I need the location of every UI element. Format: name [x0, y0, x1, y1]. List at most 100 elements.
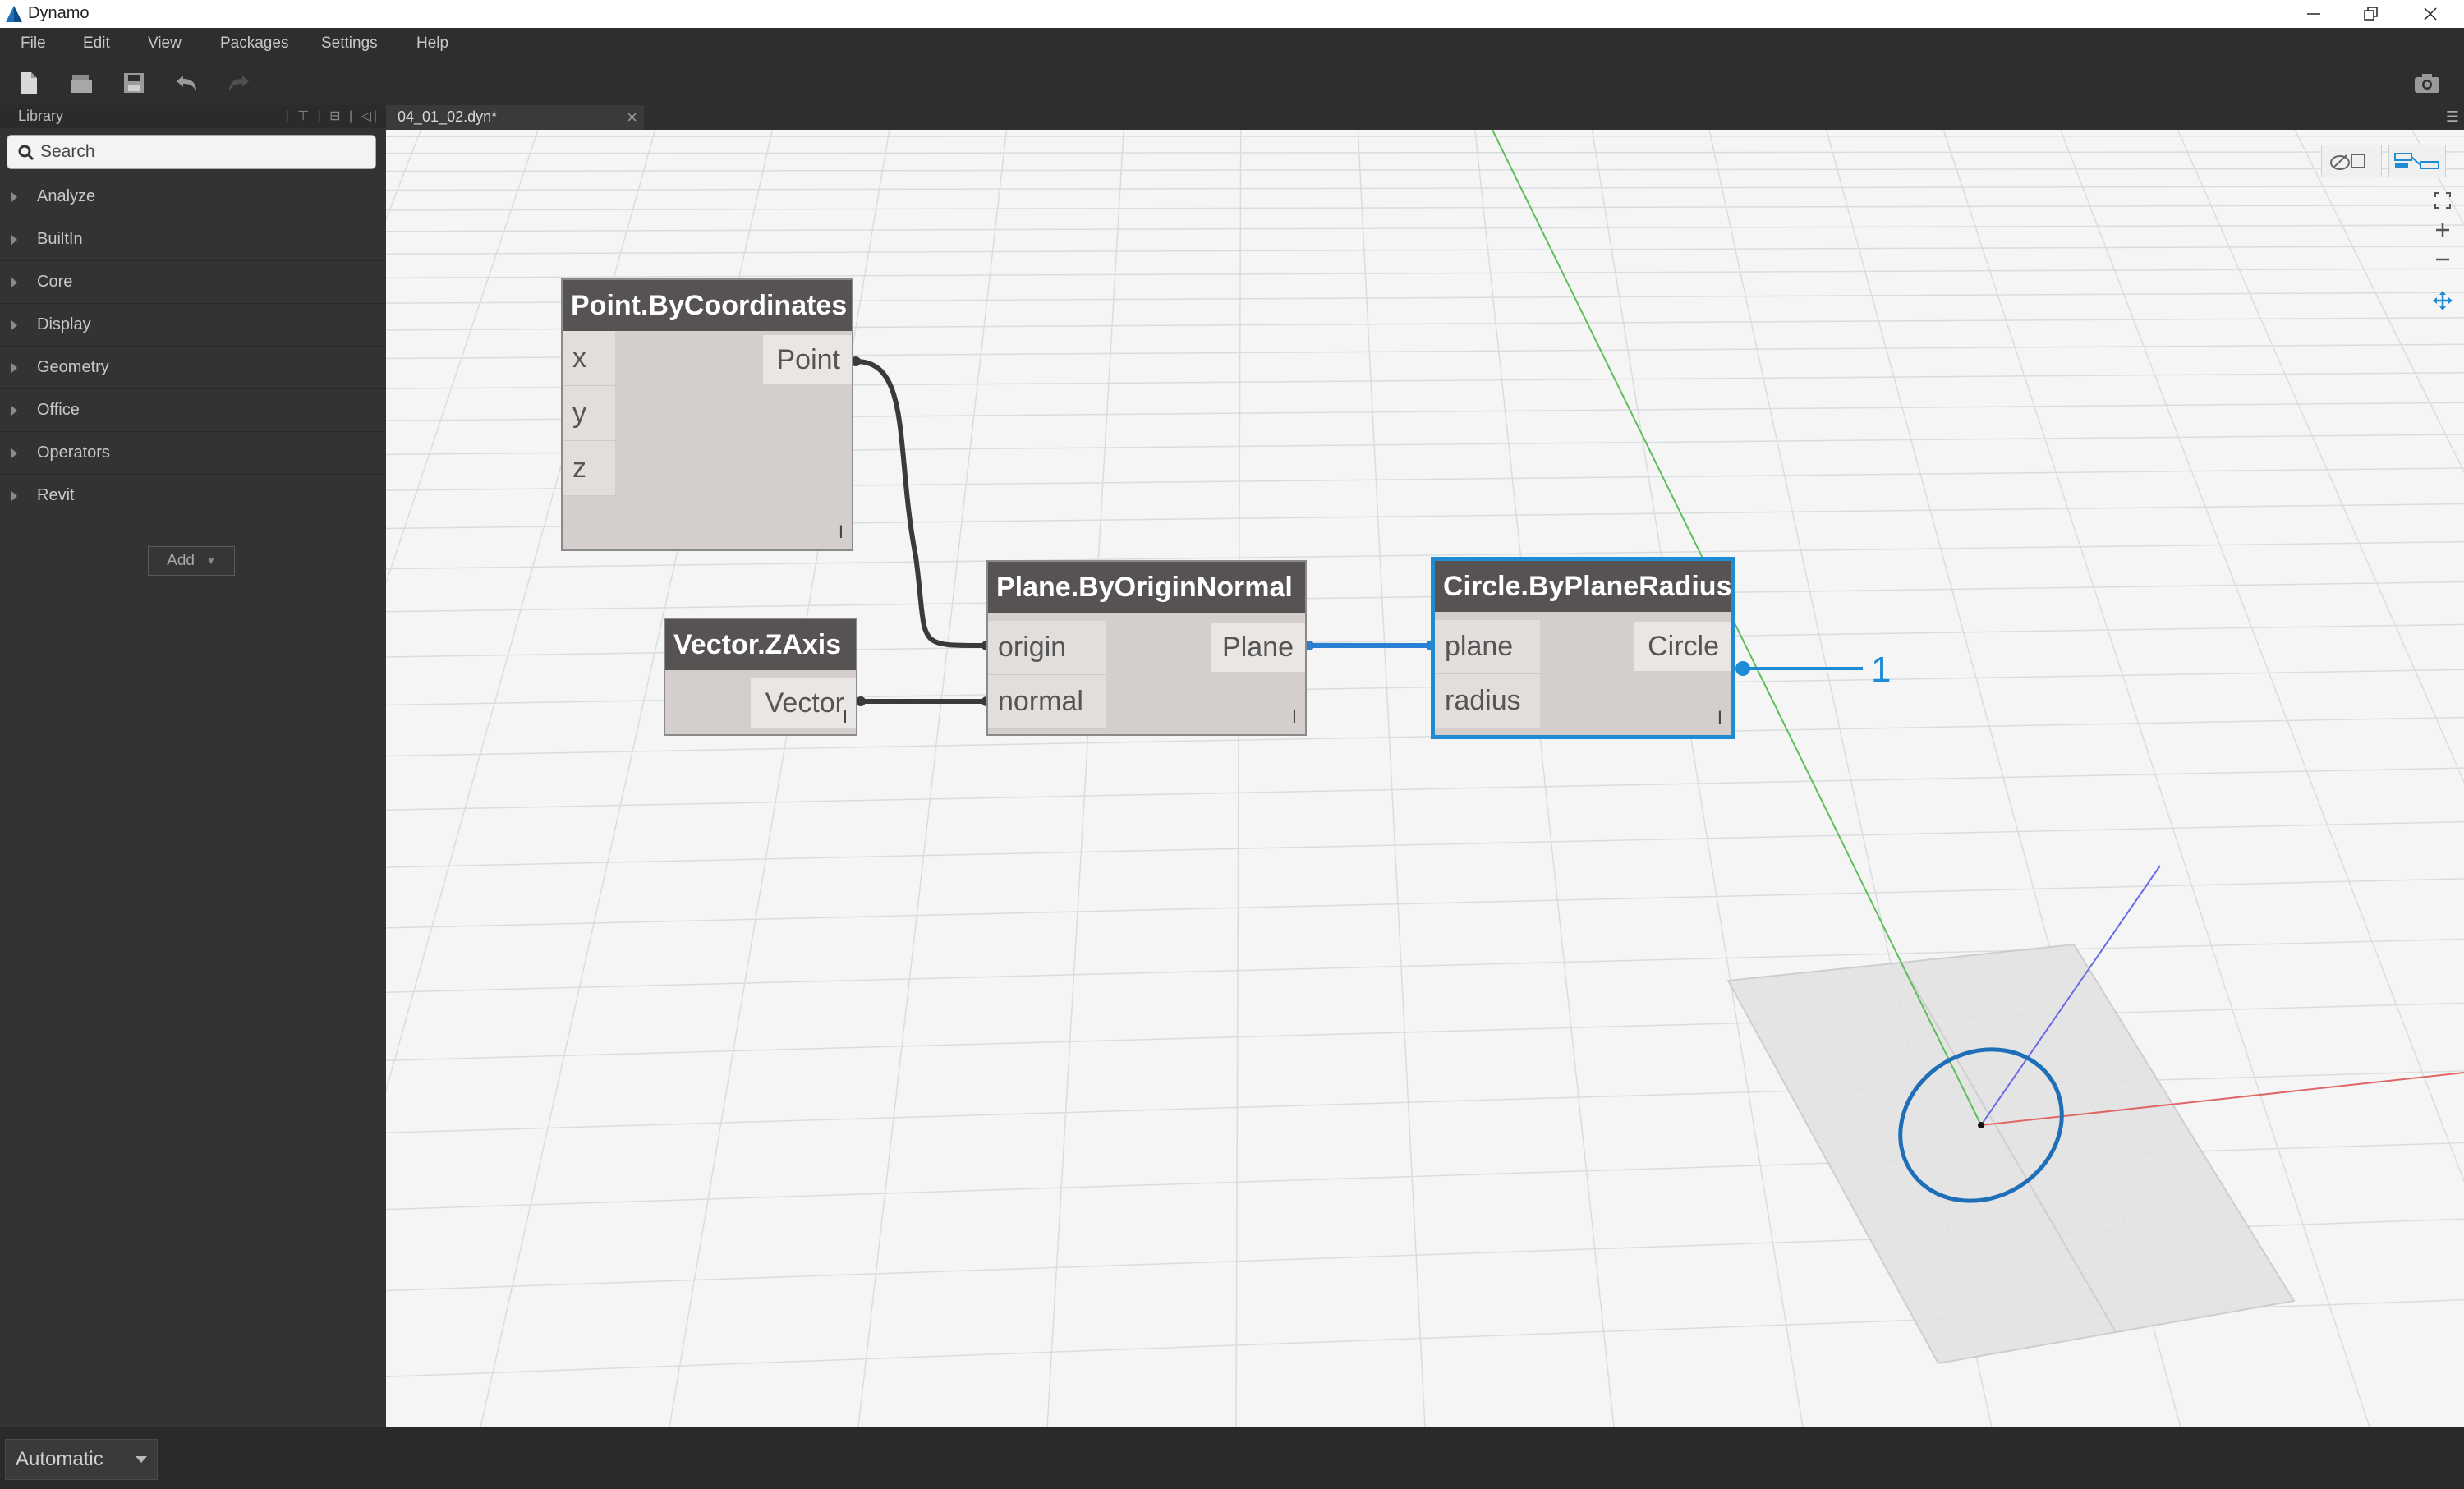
tab-workspace[interactable]: 04_01_02.dyn* ×	[386, 105, 644, 130]
grid-line	[386, 151, 2464, 154]
dropdown-arrow-icon: ▼	[205, 555, 216, 567]
title-bar: Dynamo	[0, 0, 2464, 28]
zoom-in-button[interactable]	[2428, 215, 2457, 245]
menu-packages[interactable]: Packages	[220, 34, 288, 53]
input-port-plane[interactable]: plane	[1435, 620, 1540, 674]
undo-icon	[177, 76, 196, 91]
grid-line	[2294, 130, 2464, 474]
category-label: Operators	[37, 443, 110, 462]
minimize-button[interactable]	[2285, 0, 2342, 28]
grid-line	[386, 130, 539, 586]
category-display[interactable]: Display	[0, 304, 386, 347]
category-office[interactable]: Office	[0, 389, 386, 432]
expand-arrow-icon	[11, 491, 17, 501]
library-header: Library | ⊤ | ⊟ | ◁|	[0, 105, 386, 128]
node-circle-by-plane-radius[interactable]: Circle.ByPlaneRadius plane radius Circle…	[1431, 557, 1735, 739]
new-file-button[interactable]	[15, 70, 43, 96]
menu-help[interactable]: Help	[416, 34, 448, 53]
category-label: Office	[37, 401, 80, 419]
grid-line	[1591, 130, 1804, 1427]
grid-line	[386, 820, 2464, 868]
category-label: Core	[37, 273, 73, 291]
input-port-origin[interactable]: origin	[988, 621, 1106, 675]
lacing-indicator[interactable]: I	[843, 706, 848, 728]
geometry-view-icon	[2330, 154, 2365, 170]
menu-file[interactable]: File	[21, 34, 46, 53]
output-port-plane[interactable]: Plane	[1211, 623, 1305, 672]
minimize-icon	[2307, 13, 2320, 15]
grid-line	[386, 938, 2464, 993]
output-port-point[interactable]: Point	[763, 335, 852, 384]
expand-arrow-icon	[11, 320, 17, 330]
category-operators[interactable]: Operators	[0, 432, 386, 475]
open-file-icon	[71, 75, 92, 93]
tab-menu-icon[interactable]: ☰	[2446, 108, 2459, 126]
save-button[interactable]	[120, 70, 148, 96]
category-analyze[interactable]: Analyze	[0, 176, 386, 218]
lacing-indicator[interactable]: I	[839, 522, 844, 543]
category-label: BuiltIn	[37, 230, 83, 248]
search-input[interactable]	[40, 140, 369, 164]
graph-view-icon	[2394, 153, 2439, 169]
close-icon	[2424, 7, 2437, 21]
dynamo-logo-icon	[6, 6, 22, 22]
grid-line	[386, 186, 2464, 191]
output-port-circle[interactable]: Circle	[1634, 622, 1731, 671]
menu-settings[interactable]: Settings	[321, 34, 378, 53]
pan-button[interactable]	[2428, 286, 2457, 315]
callout-number: 1	[1871, 650, 1891, 690]
graph-view-toggle[interactable]	[2388, 145, 2446, 177]
expand-arrow-icon	[11, 235, 17, 245]
workspace-canvas[interactable]: 1 Point.ByCoordinates x y z Point I Vect…	[386, 130, 2464, 1427]
grid-line	[386, 878, 2464, 929]
menu-view[interactable]: View	[148, 34, 182, 53]
close-button[interactable]	[2402, 0, 2459, 28]
tab-label: 04_01_02.dyn*	[398, 108, 498, 125]
input-port-radius[interactable]: radius	[1435, 674, 1540, 728]
lacing-indicator[interactable]: I	[1292, 706, 1297, 728]
add-button[interactable]: Add ▼	[148, 546, 235, 576]
zoom-fit-button[interactable]	[2428, 186, 2457, 215]
minus-icon	[2436, 258, 2449, 261]
input-port-x[interactable]: x	[563, 331, 615, 386]
category-label: Display	[37, 315, 91, 333]
category-label: Revit	[37, 486, 75, 504]
input-port-normal[interactable]: normal	[988, 675, 1106, 729]
category-revit[interactable]: Revit	[0, 475, 386, 517]
plus-icon	[2436, 223, 2449, 237]
expand-arrow-icon	[11, 278, 17, 287]
expand-arrow-icon	[11, 406, 17, 416]
screenshot-button[interactable]	[2413, 70, 2441, 96]
node-title: Vector.ZAxis	[665, 619, 856, 670]
run-mode-value: Automatic	[16, 1448, 103, 1470]
grid-line	[386, 1002, 2464, 1062]
grid-line	[386, 168, 2464, 172]
background-preview-toggle[interactable]	[2321, 145, 2382, 177]
output-port-vector[interactable]: Vector	[751, 678, 856, 728]
redo-button[interactable]	[225, 70, 253, 96]
category-builtin[interactable]: BuiltIn	[0, 218, 386, 261]
node-vector-zaxis[interactable]: Vector.ZAxis Vector I	[664, 618, 857, 736]
window-title: Dynamo	[28, 4, 90, 22]
pan-icon	[2433, 291, 2453, 310]
open-file-button[interactable]	[67, 70, 95, 96]
menu-edit[interactable]: Edit	[83, 34, 110, 53]
zoom-out-button[interactable]	[2428, 245, 2457, 274]
run-mode-select[interactable]: Automatic	[5, 1439, 158, 1480]
node-title: Circle.ByPlaneRadius	[1435, 561, 1731, 612]
node-title: Point.ByCoordinates	[563, 280, 852, 331]
close-tab-icon[interactable]: ×	[627, 107, 637, 128]
input-port-y[interactable]: y	[563, 386, 615, 441]
lacing-indicator[interactable]: I	[1717, 707, 1722, 728]
category-core[interactable]: Core	[0, 261, 386, 304]
undo-button[interactable]	[172, 70, 200, 96]
grid-line	[386, 767, 2464, 811]
library-view-controls[interactable]: | ⊤ | ⊟ | ◁|	[286, 108, 380, 124]
node-point-by-coordinates[interactable]: Point.ByCoordinates x y z Point I	[561, 278, 853, 551]
add-button-label: Add	[167, 552, 195, 569]
input-port-z[interactable]: z	[563, 441, 615, 496]
node-plane-by-origin-normal[interactable]: Plane.ByOriginNormal origin normal Plane…	[986, 560, 1307, 736]
category-geometry[interactable]: Geometry	[0, 347, 386, 389]
search-box[interactable]	[7, 135, 376, 169]
restore-button[interactable]	[2342, 0, 2400, 28]
